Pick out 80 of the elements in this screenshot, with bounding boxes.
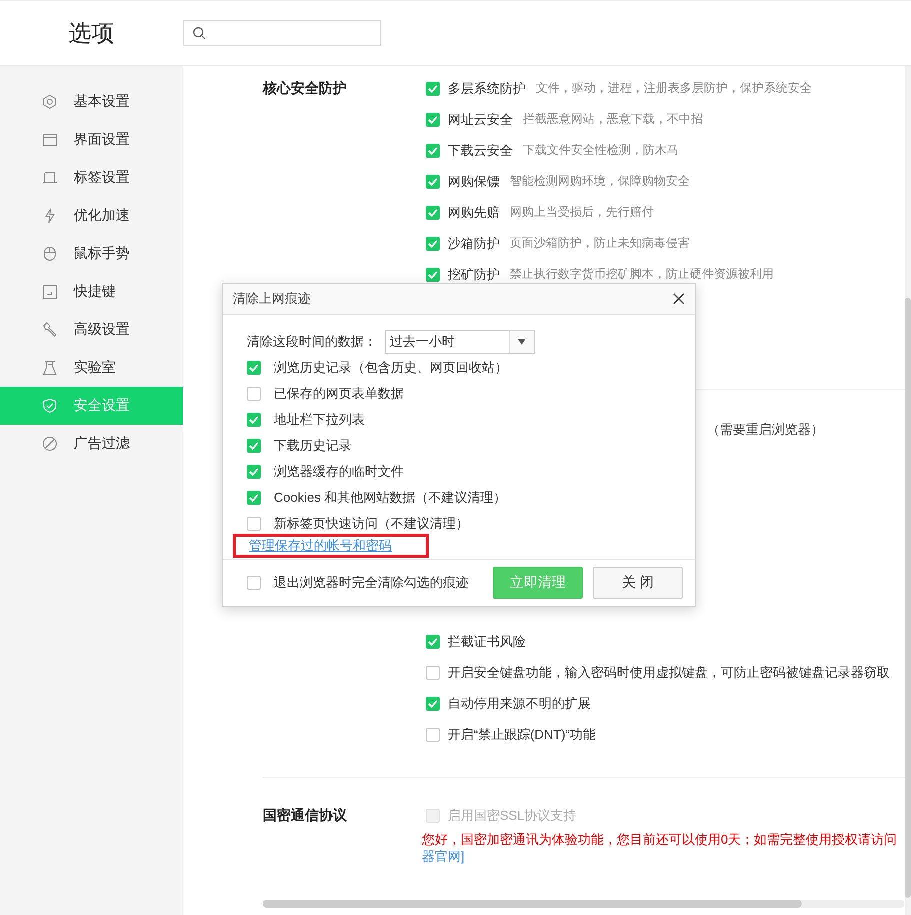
time-range-dropdown[interactable]: 过去一小时	[385, 330, 535, 354]
checkbox[interactable]	[247, 465, 261, 479]
option-label: 网购保镖	[448, 172, 500, 190]
nav-icon	[42, 132, 58, 148]
option-description: 网购上当受损后，先行赔付	[510, 204, 654, 221]
checkbox[interactable]	[247, 361, 261, 375]
checkbox[interactable]	[247, 413, 261, 427]
sidebar-item[interactable]: 鼠标手势	[0, 235, 183, 273]
checkbox[interactable]	[426, 206, 440, 220]
option-label: 地址栏下拉列表	[274, 411, 365, 429]
checkbox[interactable]	[426, 174, 440, 188]
sidebar-item[interactable]: 标签设置	[0, 159, 183, 197]
notice-text: 您好，国密加密通讯为体验功能，您目前还可以使用0天；如需完整使用授权请访问	[422, 831, 898, 848]
option-description: 下载文件安全性检测，防木马	[523, 142, 679, 159]
sidebar-item[interactable]: 基本设置	[0, 83, 183, 121]
caret-icon	[518, 339, 526, 345]
option-label: 沙箱防护	[448, 234, 500, 252]
checkbox[interactable]	[247, 576, 261, 590]
nav-icon	[42, 94, 58, 110]
checkbox[interactable]	[426, 112, 440, 126]
close-dialog-button[interactable]: 关 闭	[593, 567, 683, 599]
checkbox[interactable]	[426, 728, 440, 742]
checkbox[interactable]	[426, 666, 440, 680]
checkbox[interactable]	[247, 517, 261, 531]
option-label: Cookies 和其他网站数据（不建议清理）	[274, 489, 507, 507]
option-label: 自动停用来源不明的扩展	[448, 694, 591, 712]
search-icon	[193, 26, 206, 40]
vertical-scrollbar[interactable]	[905, 66, 911, 915]
option-label: 已保存的网页表单数据	[274, 385, 404, 403]
nav-icon	[42, 322, 58, 338]
checkbox[interactable]	[426, 144, 440, 158]
option-label: 拦截证书风险	[448, 632, 526, 650]
sidebar-item[interactable]: 优化加速	[0, 197, 183, 235]
checkbox[interactable]	[426, 696, 440, 710]
range-label: 清除这段时间的数据：	[247, 333, 377, 351]
option-label: 浏览器缓存的临时文件	[274, 463, 404, 481]
option-description: 拦截恶意网站，恶意下载，不中招	[523, 111, 703, 128]
horizontal-scrollbar[interactable]	[263, 900, 905, 908]
nav-icon	[42, 170, 58, 186]
restart-note: （需要重启浏览器）	[707, 421, 825, 439]
option-label: 启用国密SSL协议支持	[448, 806, 577, 824]
sidebar-item[interactable]: 高级设置	[0, 311, 183, 349]
option-description: 页面沙箱防护，防止未知病毒侵害	[510, 235, 690, 252]
checkbox[interactable]	[247, 439, 261, 453]
search-field[interactable]	[183, 20, 381, 46]
section-title: 国密通信协议	[263, 806, 348, 825]
sidebar-item[interactable]: 实验室	[0, 349, 183, 387]
checkbox[interactable]	[426, 268, 440, 282]
option-description: 禁止执行数字货币挖矿脚本，防止硬件资源被利用	[510, 266, 774, 283]
option-label: 浏览历史记录（包含历史、网页回收站）	[274, 359, 508, 377]
option-label: 开启“禁止跟踪(DNT)”功能	[448, 726, 596, 744]
option-label: 退出浏览器时完全清除勾选的痕迹	[274, 574, 469, 592]
nav-icon	[42, 398, 58, 414]
checkbox[interactable]	[247, 387, 261, 401]
sidebar-item[interactable]: 广告过滤	[0, 425, 183, 463]
option-label: 网购先赔	[448, 204, 500, 222]
page-title: 选项	[68, 18, 116, 48]
nav-icon	[42, 284, 58, 300]
dialog-title: 清除上网痕迹	[233, 290, 311, 308]
checkbox[interactable]	[426, 634, 440, 648]
option-label: 下载云安全	[448, 142, 513, 160]
close-button[interactable]	[671, 291, 687, 307]
option-label: 挖矿防护	[448, 266, 500, 284]
close-icon	[673, 293, 685, 305]
option-description: 文件，驱动，进程，注册表多层防护，保护系统安全	[536, 80, 812, 97]
option-label: 新标签页快速访问（不建议清理）	[274, 515, 469, 533]
option-label: 开启安全键盘功能，输入密码时使用虚拟键盘，可防止密码被键盘记录器窃取	[448, 664, 890, 682]
option-description: 智能检测网购环境，保障购物安全	[510, 173, 690, 190]
option-label: 网址云安全	[448, 110, 513, 128]
section-title: 核心安全防护	[263, 79, 348, 98]
checkbox[interactable]	[247, 491, 261, 505]
checkbox[interactable]	[426, 82, 440, 96]
option-label: 多层系统防护	[448, 80, 526, 98]
nav-icon	[42, 436, 58, 452]
nav-icon	[42, 360, 58, 376]
sidebar-item[interactable]: 快捷键	[0, 273, 183, 311]
sidebar-item[interactable]: 界面设置	[0, 121, 183, 159]
nav-icon	[42, 246, 58, 262]
option-label: 下载历史记录	[274, 437, 352, 455]
checkbox[interactable]	[426, 236, 440, 250]
